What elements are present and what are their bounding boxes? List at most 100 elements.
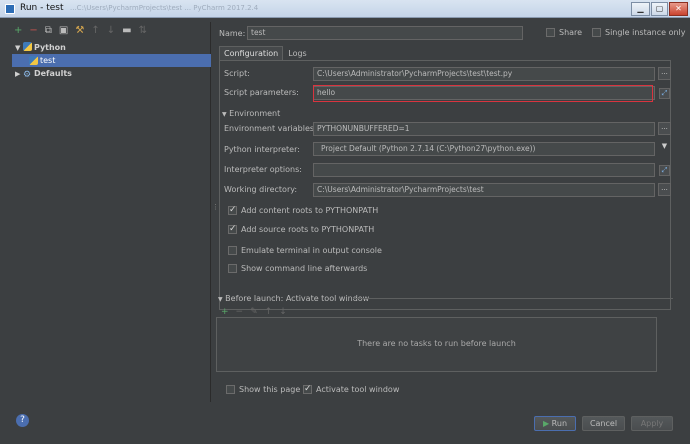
up-icon[interactable]: ↑ xyxy=(91,25,99,37)
empty-list-text: There are no tasks to run before launch xyxy=(357,339,516,348)
checkbox-box[interactable] xyxy=(546,28,555,37)
highlight-box xyxy=(313,85,653,102)
up-icon[interactable]: ↑ xyxy=(265,307,273,317)
emulate-terminal-checkbox[interactable]: Emulate terminal in output console xyxy=(228,246,382,255)
save-icon[interactable]: ▣ xyxy=(59,25,68,37)
interp-opts-input[interactable] xyxy=(313,163,655,177)
checkbox-box[interactable] xyxy=(228,246,237,255)
checkmark-icon[interactable]: ✓ xyxy=(228,225,237,234)
emulate-terminal-label: Emulate terminal in output console xyxy=(241,246,382,255)
chevron-down-icon[interactable]: ▼ xyxy=(222,111,227,118)
minus-icon[interactable]: − xyxy=(29,25,37,37)
configuration-panel: Script: C:\Users\Administrator\PycharmPr… xyxy=(219,60,671,310)
add-source-roots-checkbox[interactable]: ✓ Add source roots to PYTHONPATH xyxy=(228,225,374,234)
python-file-icon xyxy=(29,56,38,65)
plus-icon[interactable]: + xyxy=(14,25,22,37)
script-browse-button[interactable]: ... xyxy=(658,67,671,80)
workdir-label: Working directory: xyxy=(224,185,298,194)
before-launch-list[interactable]: There are no tasks to run before launch xyxy=(216,317,657,372)
share-label: Share xyxy=(559,28,583,37)
tree-item-python[interactable]: ▼ Python xyxy=(12,41,211,54)
environment-header-label: Environment xyxy=(229,109,281,118)
share-checkbox[interactable]: Share xyxy=(546,28,582,37)
expand-icon[interactable]: ⤢ xyxy=(659,165,670,176)
chevron-down-icon[interactable]: ▼ xyxy=(218,296,223,303)
interp-opts-label: Interpreter options: xyxy=(224,165,302,174)
params-label: Script parameters: xyxy=(224,88,299,97)
checkbox-box[interactable] xyxy=(592,28,601,37)
workdir-browse-button[interactable]: ... xyxy=(658,183,671,196)
sort-icon[interactable]: ⇅ xyxy=(139,25,147,37)
tree-label-python: Python xyxy=(33,43,66,52)
maximize-button[interactable]: ▢ xyxy=(651,2,668,16)
interpreter-select[interactable]: Project Default (Python 2.7.14 (C:\Pytho… xyxy=(313,142,655,156)
folder-icon[interactable]: ▬ xyxy=(122,25,131,37)
minus-icon[interactable]: − xyxy=(236,307,244,317)
single-instance-checkbox[interactable]: Single instance only xyxy=(592,28,686,37)
cancel-button[interactable]: Cancel xyxy=(582,416,625,431)
configurations-panel: + − ⧉ ▣ ⚒ ↑ ↓ ▬ ⇅ ▼ Python test ▶ ⚙ Defau… xyxy=(12,22,211,402)
name-label: Name: xyxy=(219,29,246,38)
splitter-handle[interactable]: ⋮ xyxy=(212,204,219,215)
checkmark-icon[interactable]: ✓ xyxy=(303,385,312,394)
minimize-button[interactable]: ▁ xyxy=(631,2,650,16)
background-title: ...C:\Users\PycharmProjects\test ... PyC… xyxy=(70,4,259,12)
activate-tool-window-checkbox[interactable]: ✓ Activate tool window xyxy=(303,385,399,394)
run-button[interactable]: ▶ Run xyxy=(534,416,576,431)
chevron-down-icon[interactable]: ▼ xyxy=(658,142,671,155)
plus-icon[interactable]: + xyxy=(221,307,229,317)
checkbox-box[interactable] xyxy=(228,264,237,273)
configurations-toolbar: + − ⧉ ▣ ⚒ ↑ ↓ ▬ ⇅ xyxy=(14,25,147,37)
activate-tool-window-label: Activate tool window xyxy=(316,385,400,394)
checkmark-icon[interactable]: ✓ xyxy=(228,206,237,215)
tab-configuration[interactable]: Configuration xyxy=(219,46,284,60)
run-label: Run xyxy=(551,419,568,428)
add-content-roots-checkbox[interactable]: ✓ Add content roots to PYTHONPATH xyxy=(228,206,378,215)
environment-header: ▼ Environment xyxy=(222,109,280,118)
workdir-input[interactable]: C:\Users\Administrator\PycharmProjects\t… xyxy=(313,183,655,197)
down-icon[interactable]: ↓ xyxy=(279,307,287,317)
tab-logs[interactable]: Logs xyxy=(283,46,311,60)
single-instance-label: Single instance only xyxy=(605,28,686,37)
window-titlebar: Run - test ...C:\Users\PycharmProjects\t… xyxy=(0,0,690,18)
name-input[interactable]: test xyxy=(247,26,523,40)
show-cmd-checkbox[interactable]: Show command line afterwards xyxy=(228,264,367,273)
config-tabs: Configuration Logs xyxy=(219,46,312,60)
help-button[interactable]: ? xyxy=(16,414,29,427)
add-content-roots-label: Add content roots to PYTHONPATH xyxy=(241,206,379,215)
chevron-right-icon[interactable]: ▶ xyxy=(15,70,20,78)
env-vars-browse-button[interactable]: ... xyxy=(658,122,671,135)
show-cmd-label: Show command line afterwards xyxy=(241,264,368,273)
window-title: Run - test xyxy=(20,3,64,13)
tree-item-defaults[interactable]: ▶ ⚙ Defaults xyxy=(12,67,211,80)
play-icon: ▶ xyxy=(542,419,550,428)
before-launch-label: Before launch: Activate tool window xyxy=(225,294,370,303)
close-button[interactable]: ✕ xyxy=(669,2,688,16)
edit-icon[interactable]: ✎ xyxy=(250,307,258,317)
chevron-down-icon[interactable]: ▼ xyxy=(15,44,20,52)
interpreter-label: Python interpreter: xyxy=(224,145,300,154)
env-vars-label: Environment variables: xyxy=(224,124,317,133)
script-input[interactable]: C:\Users\Administrator\PycharmProjects\t… xyxy=(313,67,655,81)
tree-label-defaults: Defaults xyxy=(33,69,72,78)
script-label: Script: xyxy=(224,69,250,78)
copy-icon[interactable]: ⧉ xyxy=(45,25,52,37)
checkbox-box[interactable] xyxy=(226,385,235,394)
defaults-icon: ⚙ xyxy=(22,70,32,80)
show-page-label: Show this page xyxy=(239,385,301,394)
tree-item-test[interactable]: test xyxy=(12,54,211,67)
app-icon xyxy=(5,4,15,14)
add-source-roots-label: Add source roots to PYTHONPATH xyxy=(241,225,375,234)
configurations-tree: ▼ Python test ▶ ⚙ Defaults xyxy=(12,41,211,80)
env-vars-input[interactable]: PYTHONUNBUFFERED=1 xyxy=(313,122,655,136)
wrench-icon[interactable]: ⚒ xyxy=(75,25,84,37)
apply-button[interactable]: Apply xyxy=(631,416,673,431)
before-launch-toolbar: + − ✎ ↑ ↓ xyxy=(221,307,287,317)
down-icon[interactable]: ↓ xyxy=(107,25,115,37)
show-page-checkbox[interactable]: Show this page xyxy=(226,385,300,394)
divider xyxy=(353,298,673,299)
expand-icon[interactable]: ⤢ xyxy=(659,88,670,99)
python-icon xyxy=(22,42,32,51)
tree-label-test: test xyxy=(40,56,56,65)
before-launch-header[interactable]: ▼ Before launch: Activate tool window xyxy=(218,294,369,303)
